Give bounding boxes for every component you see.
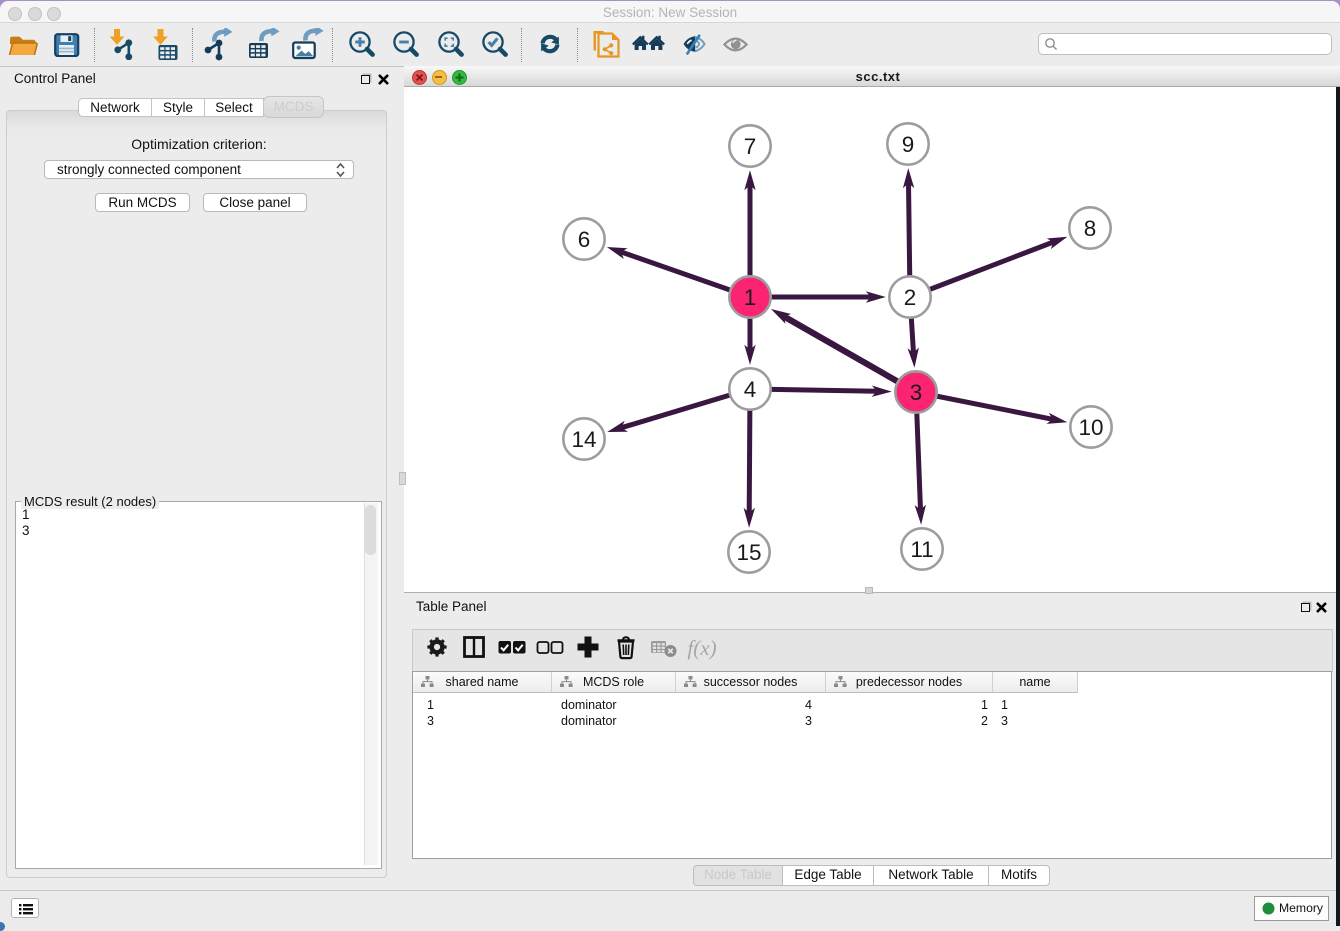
svg-text:14: 14	[571, 427, 596, 452]
svg-text:10: 10	[1078, 415, 1103, 440]
svg-text:f(x): f(x)	[687, 636, 716, 660]
svg-text:2: 2	[904, 285, 917, 310]
svg-text:4: 4	[744, 377, 757, 402]
svg-text:6: 6	[578, 227, 591, 252]
svg-text:3: 3	[910, 380, 923, 405]
svg-text:11: 11	[910, 537, 933, 562]
svg-text:15: 15	[736, 540, 761, 565]
svg-text:8: 8	[1084, 216, 1097, 241]
svg-text:7: 7	[744, 134, 757, 159]
svg-text:1: 1	[744, 285, 757, 310]
svg-text:9: 9	[902, 132, 915, 157]
